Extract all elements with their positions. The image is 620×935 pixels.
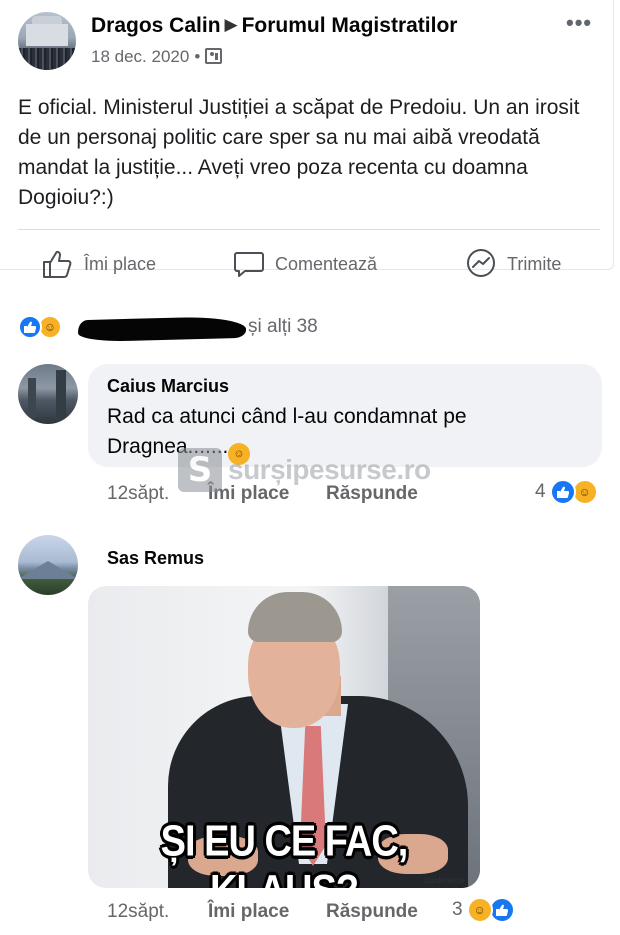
comment-like-button[interactable]: Îmi place	[208, 901, 289, 923]
avatar-tower	[28, 378, 36, 418]
commenter-avatar[interactable]	[18, 364, 78, 424]
meme-watermark: quickmeme	[424, 876, 465, 885]
redacted-names	[77, 315, 247, 343]
comment-reactions[interactable]: 4 ☺	[535, 479, 598, 505]
group-avatar[interactable]	[18, 12, 76, 70]
post-text: E oficial. Ministerul Justiției a scăpat…	[18, 96, 580, 209]
like-button[interactable]: Îmi place	[42, 248, 156, 280]
site-watermark: S surșipesurse.ro	[178, 448, 431, 492]
building-facade	[26, 24, 68, 46]
meme-caption: ȘI EU CE FAC, KLAUS?	[160, 817, 409, 888]
like-reaction-icon	[549, 479, 576, 505]
avatar-tower	[56, 370, 66, 418]
avatar-mountain	[18, 561, 78, 579]
comment-author[interactable]: Sas Remus	[107, 548, 204, 569]
watermark-text: surșipesurse.ro	[228, 454, 431, 485]
haha-reaction-icon: ☺	[466, 897, 493, 923]
right-triangle-icon: ▶	[224, 15, 238, 34]
watermark-logo-icon: S	[178, 448, 222, 492]
reaction-count-text[interactable]: și alți 38	[248, 316, 318, 338]
comment-time[interactable]: 12săpt.	[107, 483, 169, 505]
meme-hair	[248, 592, 342, 642]
meta-separator: •	[194, 47, 201, 66]
comment-button[interactable]: Comentează	[233, 248, 377, 280]
send-label: Trimite	[507, 253, 562, 274]
comment-time[interactable]: 12săpt.	[107, 901, 169, 923]
like-label: Îmi place	[84, 253, 157, 274]
thumbs-up-icon	[43, 250, 72, 278]
like-reaction-icon	[18, 315, 42, 339]
comment-reactions[interactable]: 3 ☺	[452, 897, 515, 923]
commenter-avatar[interactable]	[18, 535, 78, 595]
comment-author[interactable]: Caius Marcius	[107, 376, 229, 397]
post-date[interactable]: 18 dec. 2020	[91, 47, 189, 66]
group-name[interactable]: Forumul Magistratilor	[242, 14, 458, 37]
comment-reaction-count: 4	[535, 481, 546, 502]
comment-bubble-icon	[234, 252, 264, 277]
group-privacy-icon	[205, 48, 223, 64]
post-header: Dragos Calin ▶ Forumul Magistratilor	[91, 14, 457, 38]
comment-meme-image[interactable]: ȘI EU CE FAC, KLAUS? quickmeme	[88, 586, 480, 888]
more-options-icon[interactable]: •••	[566, 10, 592, 36]
messenger-icon	[467, 249, 495, 277]
post-author[interactable]: Dragos Calin	[91, 14, 221, 37]
send-button[interactable]: Trimite	[465, 248, 561, 280]
comment-reply-button[interactable]: Răspunde	[326, 901, 418, 923]
post-meta: 18 dec. 2020 •	[91, 47, 223, 67]
reactions-summary[interactable]: ☺	[18, 314, 62, 340]
crowd	[18, 48, 76, 70]
post-divider	[18, 229, 600, 230]
comment-reaction-count: 3	[452, 899, 463, 920]
comment-label: Comentează	[275, 253, 378, 274]
